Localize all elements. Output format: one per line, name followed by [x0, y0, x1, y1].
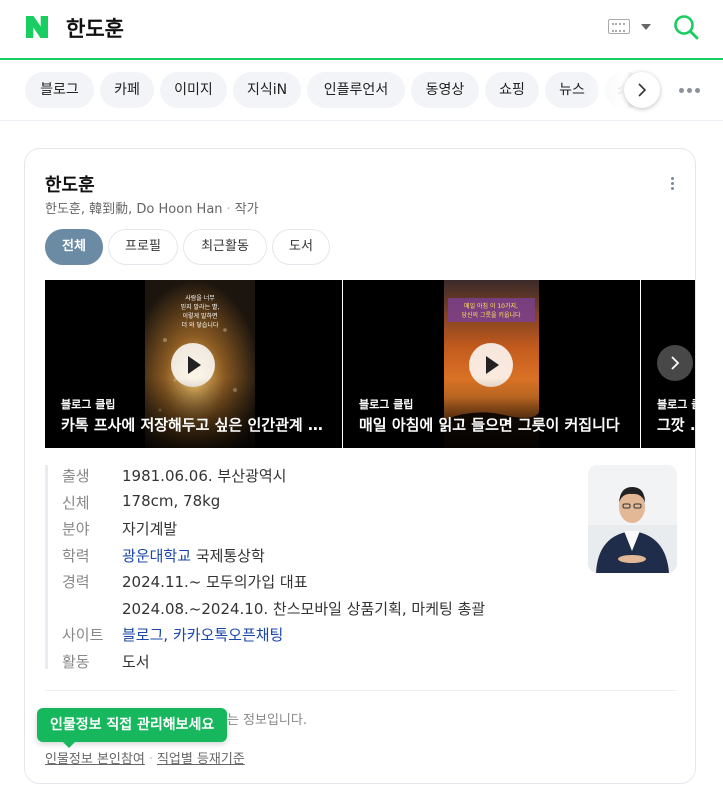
profile-photo[interactable] [588, 465, 677, 573]
divider [45, 690, 677, 691]
info-label: 출생 [62, 467, 90, 485]
books-link[interactable]: 도서 [122, 651, 150, 672]
video-source: 블로그 클립 [61, 398, 116, 411]
listing-criteria-link[interactable]: 직업별 등재기준 [157, 752, 245, 767]
info-value: 1981.06.06. 부산광역시 [122, 467, 287, 485]
tab-all[interactable]: 전체 [45, 229, 103, 265]
info-label: 분야 [62, 520, 90, 538]
footer-links: 인물정보 본인참여 · 직업별 등재기준 [45, 752, 245, 767]
tab-cafe[interactable]: 카페 [100, 72, 154, 108]
search-header: 한도훈 [0, 0, 723, 60]
info-value: 국제통상학 [191, 547, 265, 565]
profile-name: 한도훈 [45, 175, 95, 196]
video-title[interactable]: 매일 아침에 읽고 들으면 그릇이 커집니다 [359, 414, 627, 435]
info-value: 자기계발 [122, 520, 178, 538]
chevron-right-icon [671, 356, 680, 370]
video-title[interactable]: 그깟 ... [657, 414, 695, 435]
kebab-menu-icon[interactable] [671, 177, 675, 191]
profile-info: 출생 1981.06.06. 부산광역시 신체 178cm, 78kg 분야 자… [45, 465, 585, 672]
profile-occupation: 작가 [234, 202, 259, 217]
video-card[interactable]: 매일 아침 이 10가지, 당신의 그릇을 키웁니다 블로그 클립 매일 아침에… [343, 280, 640, 448]
self-participation-link[interactable]: 인물정보 본인참여 [45, 752, 145, 767]
school-link[interactable]: 광운대학교 [122, 547, 191, 565]
info-label: 사이트 [62, 626, 104, 644]
svg-text:매일 아침 이 10가지,: 매일 아침 이 10가지, [464, 302, 518, 310]
info-value: 2024.11.~ 모두의가입 대표 [122, 573, 308, 591]
manage-profile-tooltip[interactable]: 인물정보 직접 관리해보세요 [37, 708, 228, 748]
svg-text:당신의 그릇을 키웁니다: 당신의 그릇을 키웁니다 [461, 311, 520, 319]
blog-link[interactable]: 블로그 [122, 626, 163, 644]
search-query[interactable]: 한도훈 [66, 13, 124, 43]
notice-text: 하는 정보입니다. [215, 713, 307, 728]
tab-shopping[interactable]: 쇼핑 [485, 72, 539, 108]
video-card[interactable]: 사람을 너무 믿지 말라는 말, 이렇게 말하면 더 와 닿습니다 블로그 클립… [45, 280, 342, 448]
naver-logo[interactable] [24, 14, 50, 40]
info-label: 학력 [62, 547, 90, 565]
keyboard-icon[interactable] [608, 19, 630, 34]
tab-influencer[interactable]: 인플루언서 [307, 72, 405, 108]
info-value: 2024.08.~2024.10. 찬스모바일 상품기획, 마케팅 총괄 [122, 600, 486, 618]
chevron-right-icon [638, 83, 647, 97]
video-carousel: 사람을 너무 믿지 말라는 말, 이렇게 말하면 더 와 닿습니다 블로그 클립… [45, 280, 695, 448]
tab-recent[interactable]: 최근활동 [183, 229, 267, 265]
tab-profile[interactable]: 프로필 [108, 229, 178, 265]
tab-video[interactable]: 동영상 [411, 72, 479, 108]
profile-subtitle: 한도훈, 韓到勳, Do Hoon Han · 작가 [45, 202, 259, 217]
more-icon[interactable] [679, 88, 701, 94]
profile-card: 한도훈 한도훈, 韓到勳, Do Hoon Han · 작가 전체 프로필 최근활동… [24, 148, 696, 784]
tab-kin[interactable]: 지식iN [233, 72, 301, 108]
tabs-next-button[interactable] [624, 72, 660, 108]
video-source: 블로그 클립 [359, 398, 414, 411]
svg-text:이렇게 말하면: 이렇게 말하면 [182, 312, 217, 320]
info-label: 경력 [62, 573, 90, 591]
search-icon[interactable] [672, 13, 700, 41]
tab-books[interactable]: 도서 [272, 229, 330, 265]
chevron-down-icon[interactable] [641, 24, 651, 30]
info-label: 활동 [62, 653, 90, 671]
svg-text:사람을 너무: 사람을 너무 [185, 294, 215, 302]
svg-text:믿지 말라는 말,: 믿지 말라는 말, [181, 303, 220, 311]
search-tabs: 블로그 카페 이미지 지식iN 인플루언서 동영상 쇼핑 뉴스 쇼 [0, 61, 723, 121]
svg-text:더 와 닿습니다: 더 와 닿습니다 [182, 321, 219, 329]
carousel-next-button[interactable] [657, 345, 693, 381]
tab-blog[interactable]: 블로그 [25, 72, 94, 108]
tab-image[interactable]: 이미지 [160, 72, 227, 108]
info-value: 178cm, 78kg [122, 492, 221, 510]
kakao-link[interactable]: 카카오톡오픈채팅 [173, 626, 283, 644]
video-title[interactable]: 카톡 프사에 저장해두고 싶은 인간관계 명언 [61, 414, 329, 435]
info-label: 신체 [62, 494, 90, 512]
video-source: 블로그 클립 [657, 398, 695, 411]
profile-aliases: 한도훈, 韓到勳, Do Hoon Han [45, 202, 223, 217]
